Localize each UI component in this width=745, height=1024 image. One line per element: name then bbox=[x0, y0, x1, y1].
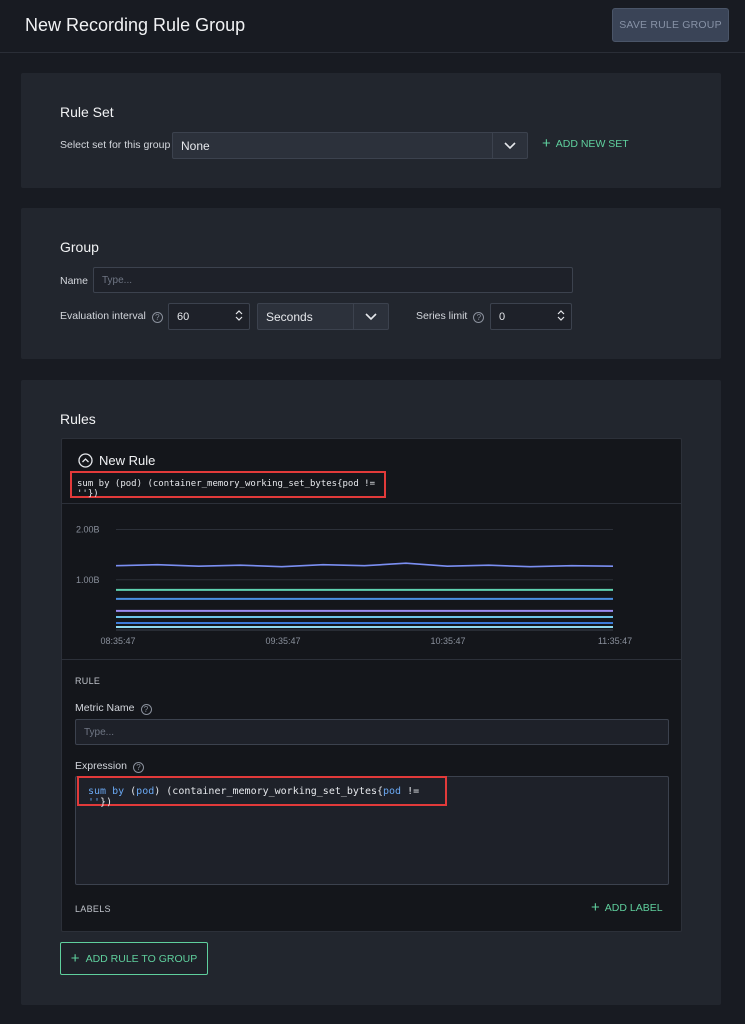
save-rule-group-button[interactable]: SAVE RULE GROUP bbox=[612, 8, 729, 42]
help-icon[interactable]: ? bbox=[140, 704, 152, 715]
plus-icon: + bbox=[542, 135, 551, 152]
plus-icon: + bbox=[591, 899, 600, 916]
rule-section-label: RULE bbox=[75, 676, 101, 686]
expr-string: '' bbox=[88, 797, 101, 808]
collapse-icon[interactable] bbox=[78, 453, 93, 468]
select-set-label: Select set for this group bbox=[60, 139, 171, 151]
interval-value: 60 bbox=[177, 311, 190, 323]
series-limit-text: Series limit bbox=[416, 310, 468, 322]
add-new-set-button[interactable]: + ADD NEW SET bbox=[542, 135, 629, 152]
expression-text: Expression bbox=[75, 760, 127, 772]
metric-name-field[interactable] bbox=[76, 720, 668, 744]
series-limit-value: 0 bbox=[499, 311, 506, 323]
group-name-input[interactable] bbox=[93, 267, 573, 293]
chart-svg: 2.00B 1.00B 08:35:47 09:35:47 10:35:47 11:35:… bbox=[76, 525, 632, 646]
add-label-button[interactable]: + ADD LABEL bbox=[591, 899, 663, 916]
interval-unit-select[interactable]: Seconds bbox=[257, 303, 389, 330]
rules-title: Rules bbox=[60, 411, 96, 427]
x-tick-label: 10:35:47 bbox=[430, 636, 465, 646]
expr-keyword: sum by bbox=[88, 786, 125, 797]
expr-text: }) bbox=[100, 797, 113, 808]
metric-name-text: Metric Name bbox=[75, 702, 135, 714]
expr-text: ( bbox=[124, 786, 137, 797]
stepper-arrows-icon[interactable] bbox=[235, 309, 243, 322]
expr-text: ) (container_memory_working_set_bytes{ bbox=[154, 786, 384, 797]
help-icon[interactable]: ? bbox=[132, 762, 144, 773]
y-tick-label: 2.00B bbox=[76, 525, 100, 535]
rule-chart: 2.00B 1.00B 08:35:47 09:35:47 10:35:47 11:35:… bbox=[62, 503, 681, 660]
x-tick-label: 08:35:47 bbox=[100, 636, 135, 646]
stepper-arrows-icon[interactable] bbox=[557, 309, 565, 322]
expr-text: != bbox=[401, 786, 420, 797]
series-line bbox=[115, 562, 614, 568]
page-title: New Recording Rule Group bbox=[25, 15, 246, 35]
chevron-down-icon[interactable] bbox=[353, 304, 388, 329]
labels-section-label: LABELS bbox=[75, 904, 111, 914]
series-limit-stepper[interactable]: 0 bbox=[490, 303, 572, 330]
interval-unit-selected: Seconds bbox=[266, 310, 313, 324]
add-new-set-label: ADD NEW SET bbox=[555, 138, 629, 150]
rule-title: New Rule bbox=[99, 453, 156, 468]
evaluation-interval-text: Evaluation interval bbox=[60, 310, 146, 322]
expr-label: pod bbox=[136, 786, 155, 797]
add-rule-to-group-button[interactable]: + ADD RULE TO GROUP bbox=[60, 942, 208, 975]
help-icon[interactable]: ? bbox=[151, 312, 163, 323]
rule-query-preview: sum by (pod) (container_memory_working_s… bbox=[70, 471, 386, 499]
rules-panel: Rules New Rule sum by (pod) (container_m… bbox=[21, 380, 721, 1005]
chevron-down-icon[interactable] bbox=[492, 133, 527, 158]
rule-set-select[interactable]: None bbox=[172, 132, 528, 159]
rule-header[interactable]: New Rule bbox=[78, 453, 155, 468]
name-label: Name bbox=[60, 275, 89, 287]
group-name-field[interactable] bbox=[94, 268, 572, 292]
top-bar: New Recording Rule Group SAVE RULE GROUP bbox=[0, 0, 745, 53]
expression-editor[interactable]: sum by (pod) (container_memory_working_s… bbox=[75, 776, 669, 885]
rule-set-panel: Rule Set Select set for this group None … bbox=[21, 73, 721, 188]
rule-set-title: Rule Set bbox=[60, 104, 114, 120]
help-icon[interactable]: ? bbox=[473, 312, 485, 323]
evaluation-interval-label: Evaluation interval? bbox=[60, 310, 163, 323]
metric-name-label: Metric Name? bbox=[75, 702, 152, 715]
add-rule-label: ADD RULE TO GROUP bbox=[85, 952, 198, 965]
series-limit-label: Series limit? bbox=[416, 310, 485, 323]
group-title: Group bbox=[60, 239, 99, 255]
add-label-text: ADD LABEL bbox=[604, 902, 663, 914]
expression-label: Expression? bbox=[75, 760, 144, 773]
x-tick-label: 09:35:47 bbox=[265, 636, 300, 646]
y-tick-label: 1.00B bbox=[76, 575, 100, 585]
x-tick-label: 11:35:47 bbox=[598, 636, 632, 646]
group-panel: Group Name Evaluation interval? 60 Secon… bbox=[21, 208, 721, 359]
interval-stepper[interactable]: 60 bbox=[168, 303, 250, 330]
expr-label: pod bbox=[383, 786, 402, 797]
expression-code[interactable]: sum by (pod) (container_memory_working_s… bbox=[77, 776, 447, 808]
rule-card: New Rule sum by (pod) (container_memory_… bbox=[61, 438, 682, 932]
plus-icon: + bbox=[70, 949, 80, 967]
rule-set-selected: None bbox=[181, 139, 210, 153]
metric-name-input[interactable] bbox=[75, 719, 669, 745]
